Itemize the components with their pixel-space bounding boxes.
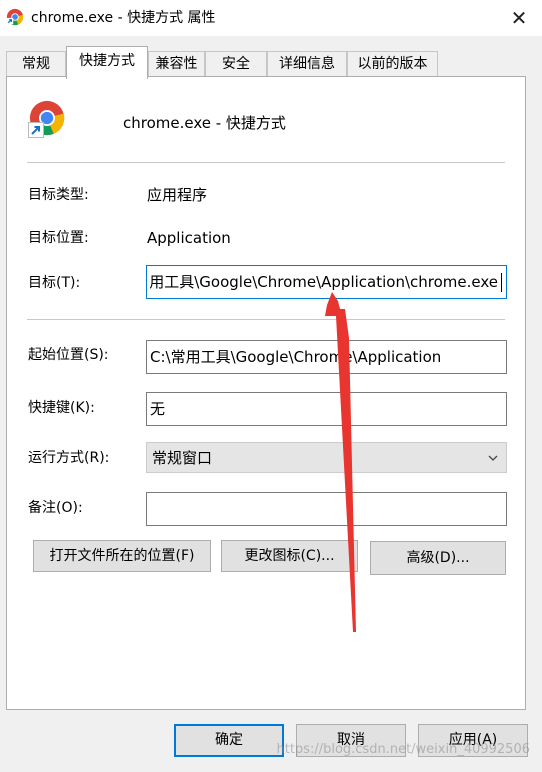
tab-security[interactable]: 安全 [205, 51, 267, 77]
title-bar[interactable]: chrome.exe - 快捷方式 属性 ✕ [0, 0, 542, 36]
window-title: chrome.exe - 快捷方式 属性 [31, 10, 216, 26]
target-input-text: 用工具\Google\Chrome\Application\chrome.exe [149, 273, 498, 291]
advanced-button[interactable]: 高级(D)... [370, 541, 506, 575]
divider [27, 162, 505, 163]
run-select-value: 常规窗口 [152, 449, 213, 467]
run-label: 运行方式(R): [28, 450, 110, 466]
chrome-icon [6, 8, 24, 26]
hotkey-input-text: 无 [150, 400, 166, 418]
change-icon-button[interactable]: 更改图标(C)... [221, 540, 358, 572]
comment-input[interactable] [146, 492, 507, 526]
start-in-input[interactable]: C:\常用工具\Google\Chrome\Application [146, 340, 507, 374]
open-file-location-button[interactable]: 打开文件所在的位置(F) [33, 540, 211, 572]
target-label: 目标(T): [28, 275, 81, 291]
hotkey-input[interactable]: 无 [146, 392, 507, 426]
start-in-label: 起始位置(S): [28, 347, 109, 363]
target-location-value: Application [147, 229, 231, 247]
tab-compatibility[interactable]: 兼容性 [148, 51, 205, 77]
text-caret [501, 273, 502, 292]
tab-general[interactable]: 常规 [6, 51, 66, 77]
hotkey-label: 快捷键(K): [28, 400, 95, 416]
chevron-down-icon [488, 455, 498, 461]
divider [27, 319, 505, 320]
watermark: https://blog.csdn.net/weixin_40992506 [276, 742, 530, 757]
tab-strip: 常规 快捷方式 兼容性 安全 详细信息 以前的版本 [6, 46, 536, 79]
target-location-label: 目标位置: [28, 230, 89, 246]
target-type-label: 目标类型: [28, 187, 89, 203]
start-in-input-text: C:\常用工具\Google\Chrome\Application [150, 348, 442, 366]
tab-previous-versions[interactable]: 以前的版本 [347, 51, 438, 77]
shortcut-arrow-icon [28, 122, 44, 138]
target-type-value: 应用程序 [147, 186, 208, 204]
ok-button[interactable]: 确定 [174, 724, 284, 757]
shortcut-tab-panel: chrome.exe - 快捷方式 目标类型: 应用程序 目标位置: Appli… [6, 76, 526, 710]
close-icon[interactable]: ✕ [496, 0, 542, 36]
run-select[interactable]: 常规窗口 [146, 442, 507, 473]
tab-details[interactable]: 详细信息 [267, 51, 347, 77]
comment-label: 备注(O): [28, 500, 83, 516]
target-input[interactable]: 用工具\Google\Chrome\Application\chrome.exe [146, 265, 507, 299]
shortcut-name: chrome.exe - 快捷方式 [123, 114, 286, 132]
tab-shortcut[interactable]: 快捷方式 [66, 46, 148, 79]
